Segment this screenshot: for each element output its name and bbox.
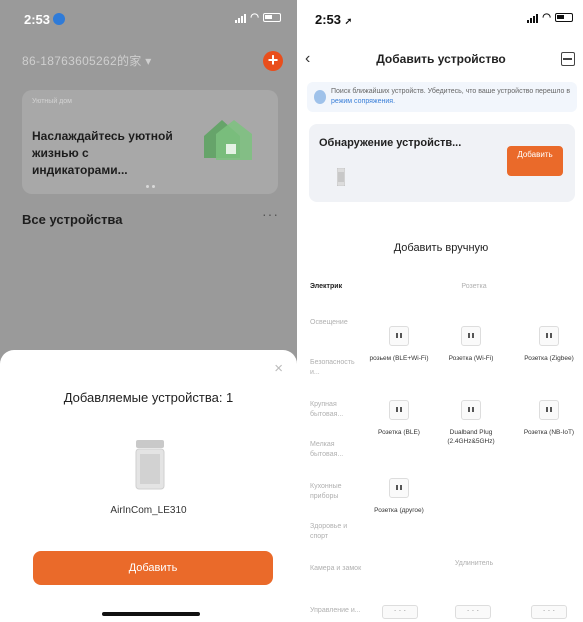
category-item[interactable]: Освещение: [310, 318, 366, 328]
signal-icon: [235, 13, 247, 23]
section-socket-label: Розетка: [461, 283, 487, 290]
promo-card[interactable]: Уютный дом Наслаждайтесь уютной жизнью с…: [22, 90, 278, 194]
discovery-title: Обнаружение устройств...: [319, 137, 462, 149]
device-tile[interactable]: Розетка (NB-IoT): [517, 400, 581, 437]
device-name: AirInCom_LE310: [110, 505, 187, 516]
manual-title: Добавить вручную: [393, 242, 489, 254]
device-thumbnail-icon: [337, 168, 345, 186]
battery-icon: [555, 13, 573, 22]
info-text: Поиск ближайших устройств. Убедитесь, чт…: [331, 88, 571, 105]
extender-icon[interactable]: [531, 605, 567, 619]
right-screen: 2:53 ➚ ◠ ‹ Добавить устройство Поиск бли…: [299, 0, 583, 622]
signal-icon: [527, 13, 539, 23]
location-arrow-icon: ➚: [344, 16, 353, 26]
more-icon[interactable]: ···: [262, 206, 279, 222]
socket-icon: [539, 326, 559, 346]
info-banner: Поиск ближайших устройств. Убедитесь, чт…: [307, 82, 577, 112]
status-bar: 2:53 ◠: [0, 0, 297, 34]
scan-icon[interactable]: [561, 52, 575, 66]
category-item[interactable]: Электрик: [310, 282, 366, 292]
bottom-sheet: × Добавляемые устройства: 1 AirInCom_LE3…: [0, 350, 297, 622]
tile-label: Розетка (BLE): [378, 429, 420, 436]
home-indicator: [102, 612, 200, 616]
device-tile[interactable]: Розетка (Zigbee): [517, 326, 581, 363]
socket-icon: [461, 326, 481, 346]
pairing-mode-link[interactable]: режим сопряжения.: [331, 98, 395, 105]
add-device-button[interactable]: +: [263, 51, 283, 71]
category-item[interactable]: Камера и замок: [310, 564, 366, 574]
sheet-title: Добавляемые устройства: 1: [63, 390, 234, 405]
tile-label: Розетка (Wi-Fi): [448, 355, 494, 362]
air-purifier-image: [135, 440, 165, 490]
status-time: 2:53: [24, 12, 66, 27]
house-icon: [204, 120, 252, 160]
socket-icon: [389, 400, 409, 420]
socket-icon: [389, 326, 409, 346]
section-title: Все устройства: [22, 212, 123, 227]
tile-label: Dualband Plug (2.4GHz&5GHz): [447, 429, 495, 445]
status-icons: ◠: [235, 12, 281, 23]
home-selector[interactable]: 86-18763605262的家 ▾: [22, 52, 152, 69]
extender-icon[interactable]: [455, 605, 491, 619]
page-title: Добавить устройство: [376, 52, 506, 66]
category-item[interactable]: Здоровье и спорт: [310, 522, 366, 542]
device-tile[interactable]: розьем (BLE+Wi-Fi): [367, 326, 431, 363]
status-time: 2:53 ➚: [315, 12, 353, 27]
nav-bar: ‹ Добавить устройство: [299, 48, 583, 72]
promo-text: Наслаждайтесь уютной жизнью с индикатора…: [32, 129, 173, 177]
left-screen: 2:53 ◠ 86-18763605262的家 ▾ + Уютный дом Н…: [0, 0, 297, 622]
card-caption: Уютный дом: [32, 98, 72, 105]
section-extender-label: Удлинитель: [454, 560, 494, 567]
wifi-icon: ◠: [542, 12, 551, 23]
device-tile[interactable]: Розетка (Wi-Fi): [439, 326, 503, 363]
device-tile[interactable]: Dualband Plug (2.4GHz&5GHz): [439, 400, 503, 446]
battery-icon: [263, 13, 281, 22]
socket-icon: [461, 400, 481, 420]
socket-icon: [389, 478, 409, 498]
extender-icon[interactable]: [382, 605, 418, 619]
category-item[interactable]: Управление и...: [310, 606, 366, 616]
discovery-add-button[interactable]: Добавить: [507, 146, 563, 176]
tile-label: Розетка (другое): [374, 507, 424, 514]
status-bar: 2:53 ➚ ◠: [299, 0, 583, 34]
chevron-down-icon: ▾: [145, 54, 152, 68]
device-tile[interactable]: Розетка (другое): [367, 478, 431, 515]
category-item[interactable]: Кухонные приборы: [310, 482, 366, 502]
socket-icon: [539, 400, 559, 420]
discovery-card: Обнаружение устройств... Добавить: [309, 124, 575, 202]
add-button[interactable]: Добавить: [33, 551, 273, 585]
carousel-dots: [146, 185, 155, 188]
tile-label: Розетка (NB-IoT): [523, 429, 575, 436]
wifi-icon: ◠: [250, 12, 259, 23]
category-item[interactable]: Крупная бытовая...: [310, 400, 366, 420]
tile-label: розьем (BLE+Wi-Fi): [369, 355, 429, 362]
close-icon[interactable]: ×: [274, 360, 283, 377]
device-tile[interactable]: Розетка (BLE): [367, 400, 431, 437]
category-item[interactable]: Мелкая бытовая...: [310, 440, 366, 460]
category-item[interactable]: Безопасность и...: [310, 358, 366, 378]
status-icons: ◠: [527, 12, 573, 23]
location-icon: [53, 13, 66, 25]
tile-label: Розетка (Zigbee): [524, 355, 574, 362]
bulb-icon: [314, 90, 326, 104]
